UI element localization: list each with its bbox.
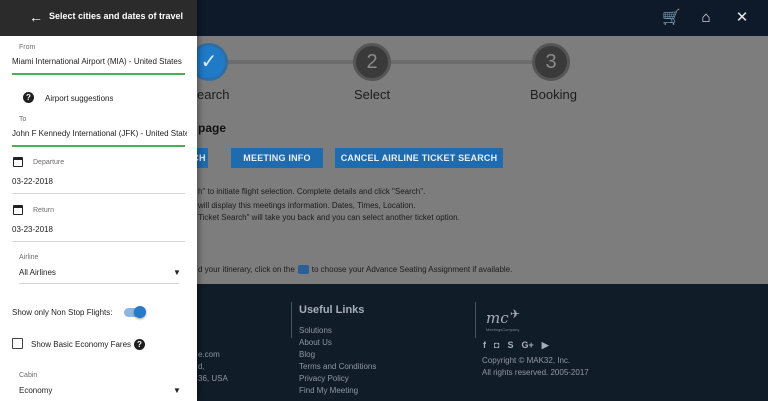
footer-links: Useful Links Solutions About Us Blog Ter… bbox=[299, 304, 376, 397]
nonstop-label: Show only Non Stop Flights: bbox=[12, 308, 113, 317]
footer-divider bbox=[475, 302, 476, 338]
instruction-line: will display this meetings information. … bbox=[198, 201, 416, 210]
airline-underline bbox=[19, 283, 179, 284]
airport-suggestions-link[interactable]: Airport suggestions bbox=[45, 94, 113, 103]
cancel-airline-search-button[interactable]: CANCEL AIRLINE TICKET SEARCH bbox=[335, 148, 503, 168]
footer-divider bbox=[291, 302, 292, 338]
footer-link-blog[interactable]: Blog bbox=[299, 349, 376, 361]
calendar-icon bbox=[13, 205, 23, 215]
help-icon[interactable]: ? bbox=[134, 339, 145, 350]
google-plus-icon[interactable]: G+ bbox=[521, 340, 533, 351]
departure-label: Departure bbox=[33, 159, 65, 166]
social-links: f ◘ S G+ ▶ bbox=[483, 340, 549, 351]
address-line: e.com bbox=[198, 350, 220, 359]
cart-icon[interactable]: 🛒 bbox=[662, 9, 681, 27]
facebook-icon[interactable]: f bbox=[483, 340, 486, 351]
company-logo: mc bbox=[486, 309, 509, 327]
seating-text-end: to choose your Advance Seating Assignmen… bbox=[311, 265, 513, 274]
top-bar-actions: 🛒 ⌂ ✕ bbox=[662, 9, 750, 27]
address-line: 36, USA bbox=[198, 374, 228, 383]
chevron-down-icon[interactable]: ▼ bbox=[173, 268, 181, 277]
step-connector bbox=[390, 60, 532, 64]
cabin-select[interactable]: Economy bbox=[19, 386, 169, 395]
travel-search-drawer: ← Select cities and dates of travel From… bbox=[0, 0, 197, 401]
footer-link-find-meeting[interactable]: Find My Meeting bbox=[299, 385, 376, 397]
page-heading: page bbox=[198, 121, 227, 135]
to-input[interactable]: John F Kennedy International (JFK) - Uni… bbox=[12, 129, 187, 138]
return-label: Return bbox=[33, 207, 55, 214]
to-label: To bbox=[19, 116, 27, 123]
departure-underline bbox=[12, 193, 185, 194]
footer-address: e.com d, 36, USA bbox=[198, 349, 228, 385]
rights-text: All rights reserved. 2005-2017 bbox=[482, 368, 589, 377]
basic-economy-checkbox[interactable] bbox=[12, 338, 23, 349]
home-icon[interactable]: ⌂ bbox=[698, 9, 714, 27]
step-connector bbox=[228, 60, 356, 64]
instruction-line: h" to initiate flight selection. Complet… bbox=[198, 187, 426, 196]
instagram-icon[interactable]: ◘ bbox=[494, 340, 499, 351]
footer-link-about[interactable]: About Us bbox=[299, 337, 376, 349]
company-logo-subtitle: MeetingsCompany bbox=[486, 327, 520, 332]
back-arrow-icon[interactable]: ← bbox=[29, 9, 43, 25]
calendar-icon bbox=[13, 157, 23, 167]
footer-link-terms[interactable]: Terms and Conditions bbox=[299, 361, 376, 373]
footer-link-solutions[interactable]: Solutions bbox=[299, 325, 376, 337]
useful-links-title: Useful Links bbox=[299, 304, 365, 316]
from-input[interactable]: Miami International Airport (MIA) - Unit… bbox=[12, 57, 187, 66]
address-line: d, bbox=[198, 362, 205, 371]
nonstop-toggle[interactable] bbox=[124, 306, 146, 318]
chevron-down-icon[interactable]: ▼ bbox=[173, 386, 181, 395]
step-2-circle: 2 bbox=[353, 43, 391, 81]
cabin-label: Cabin bbox=[19, 372, 38, 379]
toggle-knob bbox=[134, 306, 146, 318]
return-date-input[interactable]: 03-23-2018 bbox=[12, 225, 53, 234]
drawer-header: ← Select cities and dates of travel bbox=[0, 0, 197, 36]
instruction-line: Ticket Search" will take you back and yo… bbox=[198, 213, 460, 222]
seat-icon[interactable] bbox=[297, 265, 309, 275]
from-underline bbox=[12, 73, 185, 75]
skype-icon[interactable]: S bbox=[507, 340, 513, 351]
from-label: From bbox=[19, 44, 36, 51]
departure-date-input[interactable]: 03-22-2018 bbox=[12, 177, 53, 186]
basic-economy-label: Show Basic Economy Fares bbox=[31, 340, 132, 349]
drawer-title: Select cities and dates of travel bbox=[49, 11, 184, 21]
step-2-label: Select bbox=[354, 87, 391, 102]
return-underline bbox=[12, 241, 185, 242]
footer-copyright: Copyright © MAK32, Inc. All rights reser… bbox=[482, 355, 589, 379]
close-icon[interactable]: ✕ bbox=[734, 9, 750, 27]
step-3-label: Booking bbox=[530, 87, 577, 102]
seating-text-start: d your itinerary, click on the bbox=[198, 265, 295, 274]
airline-select[interactable]: All Airlines bbox=[19, 268, 169, 277]
step-3-circle: 3 bbox=[532, 43, 570, 81]
meeting-info-button[interactable]: MEETING INFO bbox=[231, 148, 323, 168]
step-1-label: earch bbox=[197, 87, 230, 102]
airline-label: Airline bbox=[19, 254, 39, 261]
seating-instruction: d your itinerary, click on the to choose … bbox=[198, 265, 513, 275]
help-icon[interactable]: ? bbox=[23, 92, 34, 103]
airplane-icon: ✈ bbox=[510, 307, 521, 321]
to-underline bbox=[12, 145, 185, 147]
footer-link-privacy[interactable]: Privacy Policy bbox=[299, 373, 376, 385]
copyright-text: Copyright © MAK32, Inc. bbox=[482, 356, 571, 365]
youtube-icon[interactable]: ▶ bbox=[542, 340, 549, 351]
